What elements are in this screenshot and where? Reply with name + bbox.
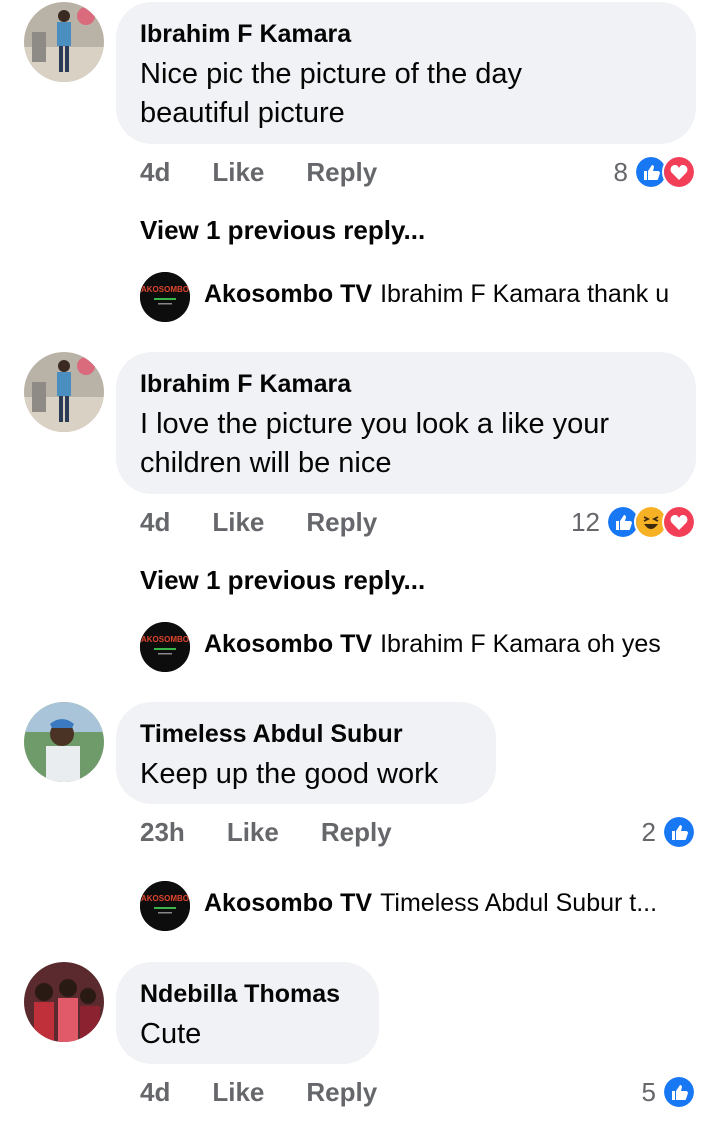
commenter-avatar[interactable] [24, 702, 104, 782]
comment-actions: 23h Like Reply [140, 815, 392, 849]
comment-time[interactable]: 23h [140, 817, 185, 848]
svg-text:AKOSOMBO: AKOSOMBO [141, 635, 189, 644]
commenter-avatar[interactable] [24, 962, 104, 1042]
reaction-count: 2 [641, 816, 656, 847]
comment-bubble: Timeless Abdul Subur Keep up the good wo… [116, 702, 496, 804]
comment-actions: 4d Like Reply [140, 1075, 377, 1109]
comment-text: Cute [140, 1015, 355, 1054]
comment-time[interactable]: 4d [140, 507, 170, 538]
comment-actions: 4d Like Reply [140, 505, 377, 539]
like-icon [662, 815, 696, 849]
comment-bubble: Ibrahim F Kamara I love the picture you … [116, 352, 696, 494]
like-button[interactable]: Like [212, 1077, 264, 1108]
page-avatar[interactable]: AKOSOMBO [140, 622, 190, 672]
comment-text-line: children will be nice [140, 447, 392, 479]
like-button[interactable]: Like [212, 507, 264, 538]
commenter-name[interactable]: Ibrahim F Kamara [140, 368, 672, 400]
reaction-count: 12 [571, 506, 600, 537]
comment-text-line: Cute [140, 1018, 202, 1050]
reply-item: Akosombo TV Ibrahim F Kamara oh yes [204, 630, 661, 659]
reply-button[interactable]: Reply [321, 817, 392, 848]
svg-text:AKOSOMBO: AKOSOMBO [141, 285, 189, 294]
reaction-summary[interactable]: 5 [642, 1075, 696, 1109]
comment-text: I love the picture you look a like your … [140, 405, 672, 483]
page-avatar[interactable]: AKOSOMBO [140, 881, 190, 931]
reply-item: Akosombo TV Timeless Abdul Subur t... [204, 889, 657, 918]
reply-author[interactable]: Akosombo TV [204, 280, 372, 309]
reply-button[interactable]: Reply [306, 1077, 377, 1108]
page-avatar[interactable]: AKOSOMBO [140, 272, 190, 322]
reply-item: Akosombo TV Ibrahim F Kamara thank u [204, 280, 669, 309]
commenter-name[interactable]: Ndebilla Thomas [140, 978, 355, 1010]
svg-text:AKOSOMBO: AKOSOMBO [141, 894, 189, 903]
view-previous-replies[interactable]: View 1 previous reply... [140, 565, 425, 596]
commenter-name[interactable]: Ibrahim F Kamara [140, 18, 672, 50]
comment-text-line: beautiful picture [140, 97, 345, 129]
reply-text: Ibrahim F Kamara thank u [380, 280, 670, 308]
reply-author[interactable]: Akosombo TV [204, 630, 372, 659]
reaction-count: 5 [641, 1076, 656, 1107]
reaction-summary[interactable]: 2 [642, 815, 696, 849]
comment-actions: 4d Like Reply [140, 155, 377, 189]
like-button[interactable]: Like [227, 817, 279, 848]
reaction-summary[interactable]: 12 [571, 505, 696, 539]
like-icon [662, 1075, 696, 1109]
reply-text: Ibrahim F Kamara oh yes [380, 630, 661, 658]
like-button[interactable]: Like [212, 157, 264, 188]
reaction-count: 8 [613, 156, 628, 187]
love-icon [662, 505, 696, 539]
comment-text: Nice pic the picture of the day beautifu… [140, 55, 672, 133]
comment-text-line: Nice pic the picture of the day [140, 58, 523, 90]
commenter-avatar[interactable] [24, 352, 104, 432]
comment-text-line: Keep up the good work [140, 758, 439, 790]
comment-text: Keep up the good work [140, 755, 472, 794]
reply-button[interactable]: Reply [306, 507, 377, 538]
commenter-avatar[interactable] [24, 2, 104, 82]
reply-text: Timeless Abdul Subur t... [380, 889, 658, 917]
comment-text-line: I love the picture you look a like your [140, 408, 610, 440]
comment-time[interactable]: 4d [140, 1077, 170, 1108]
reply-button[interactable]: Reply [306, 157, 377, 188]
comment-bubble: Ibrahim F Kamara Nice pic the picture of… [116, 2, 696, 144]
love-icon [662, 155, 696, 189]
commenter-name[interactable]: Timeless Abdul Subur [140, 718, 472, 750]
comment-bubble: Ndebilla Thomas Cute [116, 962, 379, 1064]
view-previous-replies[interactable]: View 1 previous reply... [140, 215, 425, 246]
reply-author[interactable]: Akosombo TV [204, 889, 372, 918]
reaction-summary[interactable]: 8 [614, 155, 696, 189]
comment-time[interactable]: 4d [140, 157, 170, 188]
